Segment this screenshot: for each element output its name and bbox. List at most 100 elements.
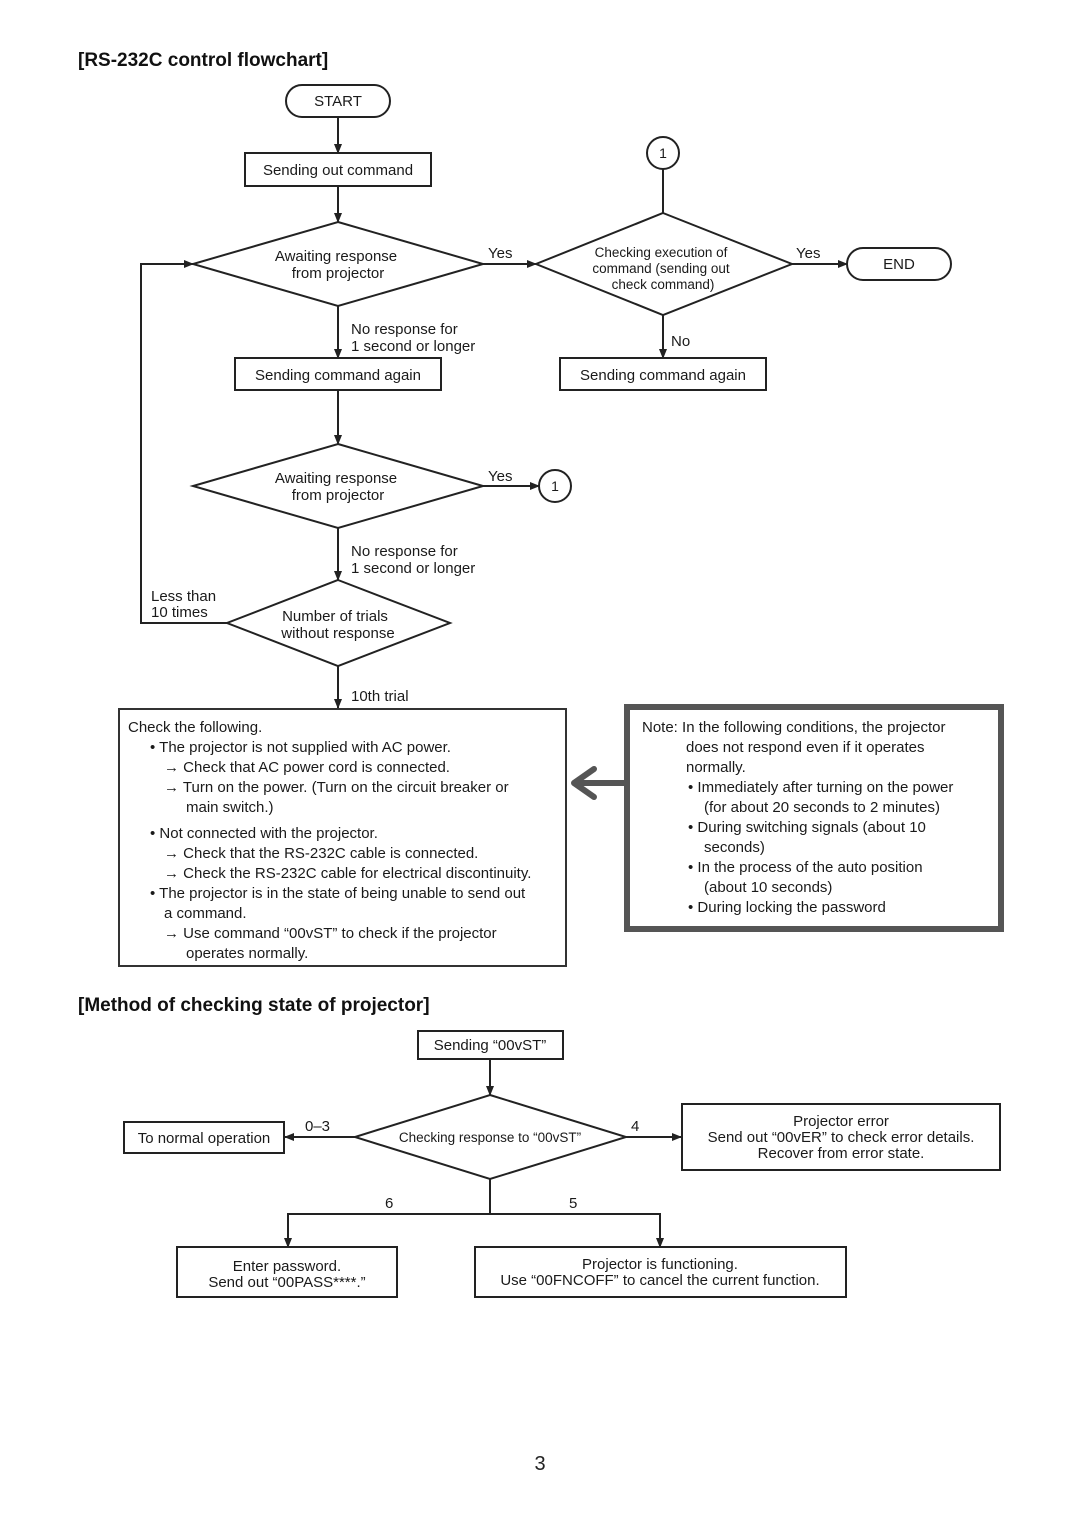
send-again-box-left: Sending command again [234,357,442,391]
note-line: normally. [642,758,998,778]
start-label: START [314,93,362,110]
connector-number: 1 [551,478,559,494]
await-response-decision-1: Awaiting response from projector [189,220,487,308]
note-box: Note: In the following conditions, the p… [624,704,1004,932]
await-response-decision-2: Awaiting response from projector [189,442,487,530]
note-line: (for about 20 seconds to 2 minutes) [642,798,998,818]
note-line-text: During locking the password [697,899,886,916]
functioning-line-1: Projector is functioning. [582,1256,738,1273]
note-line-text: In the process of the auto position [697,859,923,876]
note-line: • In the process of the auto position [642,858,998,878]
trials-decision: Number of trials without response [224,578,453,668]
note-line-text: (about 10 seconds) [704,879,833,896]
bullet-icon: • [688,779,698,796]
arrow-right-icon: → [164,845,184,862]
await-2-line-2: from projector [292,487,385,504]
end-terminal: END [846,247,952,281]
check-line: → Use command “00vST” to check if the pr… [128,924,565,944]
note-line-text: (for about 20 seconds to 2 minutes) [704,799,940,816]
check-line-text: Check the RS-232C cable for electrical d… [183,865,532,882]
check-following-box: Check the following. • The projector is … [118,708,567,967]
check-line-text: Check that the RS-232C cable is connecte… [183,845,479,862]
check-line-text: Not connected with the projector. [159,825,378,842]
check-line-text: Check that AC power cord is connected. [183,759,450,776]
page-number: 3 [534,1453,546,1475]
password-line-1: Enter password. [233,1258,341,1275]
check-line: → Check that the RS-232C cable is connec… [128,844,565,864]
check-line: • The projector is not supplied with AC … [128,738,565,758]
check-line-text: The projector is in the state of being u… [159,885,526,902]
normal-operation-box: To normal operation [123,1121,285,1154]
trials-line-1: Number of trials [282,608,388,625]
note-line-text: In the following conditions, the project… [682,719,946,736]
note-line: • During locking the password [642,898,998,918]
send-command-box: Sending out command [244,152,432,187]
trials-line-2: without response [280,625,394,642]
label-5: 5 [569,1195,577,1212]
sending-00vst-box: Sending “00vST” [417,1030,564,1060]
label-6: 6 [385,1195,393,1212]
note-line-text: Immediately after turning on the power [697,779,954,796]
branch-arrow-6 [284,1213,490,1248]
no-response-line-1: No response for [351,321,458,338]
connector-circle-1-out: 1 [538,469,572,503]
check-line: → Check that AC power cord is connected. [128,758,565,778]
tenth-trial-label: 10th trial [351,688,409,705]
loop-back-arrow [140,260,227,624]
enter-password-box: Enter password. Send out “00PASS****.” [176,1246,398,1298]
bullet-icon: • [150,825,160,842]
bullet-icon: • [688,819,698,836]
less-than-line-1: Less than [151,588,216,605]
bullet-icon: • [688,899,698,916]
bullet-icon: • [150,885,160,902]
connector-number: 1 [659,145,667,161]
check-line-text: a command. [164,905,247,922]
normal-operation-label: To normal operation [138,1130,271,1147]
functioning-box: Projector is functioning. Use “00FNCOFF”… [474,1246,847,1298]
arrow-right-icon: → [164,759,184,776]
note-line-text: During switching signals (about 10 [697,819,926,836]
check-list: • The projector is not supplied with AC … [128,738,565,964]
note-line-text: seconds) [704,839,765,856]
note-line: • Immediately after turning on the power [642,778,998,798]
password-line-2: Send out “00PASS****.” [208,1274,365,1291]
check-line-text: main switch.) [186,799,274,816]
note-line: does not respond even if it operates [642,738,998,758]
check-exec-line-2: command (sending out [592,261,730,276]
check-line: → Check the RS-232C cable for electrical… [128,864,565,884]
check-exec-line-1: Checking execution of [595,245,728,260]
arrow-right-icon: → [164,865,184,882]
check-line: operates normally. [128,944,565,964]
functioning-line-2: Use “00FNCOFF” to cancel the current fun… [500,1272,819,1289]
check-line: a command. [128,904,565,924]
check-line-text: operates normally. [186,945,309,962]
send-command-label: Sending out command [263,162,413,179]
check-line: → Turn on the power. (Turn on the circui… [128,778,565,798]
await-1-line-2: from projector [292,265,385,282]
note-line: seconds) [642,838,998,858]
checking-response-label: Checking response to “00vST” [399,1130,581,1145]
error-line-3: Recover from error state. [758,1145,925,1162]
error-line-2: Send out “00vER” to check error details. [708,1129,975,1146]
connector-circle-1-in: 1 [646,136,680,170]
bullet-icon: • [150,739,160,756]
send-again-label-left: Sending command again [255,367,421,384]
await-1-line-1: Awaiting response [275,248,397,265]
yes-label-3: Yes [796,245,820,262]
send-again-box-right: Sending command again [559,357,767,391]
no-response-2-line-1: No response for [351,543,458,560]
bullet-icon: • [688,859,698,876]
check-line-text: The projector is not supplied with AC po… [159,739,451,756]
check-line: • Not connected with the projector. [128,824,565,844]
label-4: 4 [631,1118,639,1135]
send-again-label-right: Sending command again [580,367,746,384]
no-response-line-2: 1 second or longer [351,338,475,355]
start-terminal: START [285,84,391,118]
less-than-line-2: 10 times [151,604,208,621]
check-exec-line-3: check command) [612,277,715,292]
checking-response-decision: Checking response to “00vST” [351,1093,630,1181]
check-line-text: Use command “00vST” to check if the proj… [183,925,497,942]
label-0-3: 0–3 [305,1118,330,1135]
error-line-1: Projector error [793,1113,889,1130]
check-execution-decision: Checking execution of command (sending o… [533,211,795,317]
